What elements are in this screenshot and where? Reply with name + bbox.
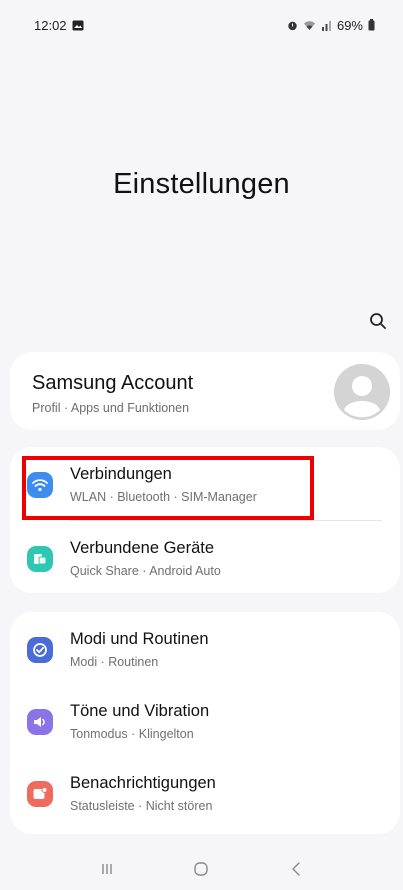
item-subtitle: WLAN · Bluetooth · SIM-Manager [70,490,257,504]
item-title: Töne und Vibration [70,702,210,720]
page-title: Einstellungen [113,168,290,200]
devices-icon [27,546,53,572]
item-title: Verbindungen [70,465,172,483]
avatar[interactable] [334,364,390,420]
alarm-icon [287,20,298,31]
item-subtitle: Quick Share · Android Auto [70,564,221,578]
status-time: 12:02 [34,17,67,33]
gallery-notification-icon [72,20,84,31]
settings-screen: 12:02 69% Einstellungen Samsung Account … [0,0,403,890]
back-button[interactable] [281,854,311,884]
item-title: Modi und Routinen [70,630,209,648]
wifi-status-icon [303,20,316,31]
item-subtitle: Statusleiste · Nicht stören [70,799,213,813]
settings-item-benachrichtigungen[interactable]: Benachrichtigungen Statusleiste · Nicht … [10,756,400,828]
connections-group: Verbindungen WLAN · Bluetooth · SIM-Mana… [10,447,400,593]
avatar-icon [334,364,390,420]
modes-group: Modi und Routinen Modi · Routinen Töne u… [10,612,400,834]
item-subtitle: Tonmodus · Klingelton [70,727,194,741]
wifi-icon [27,472,53,498]
signal-icon [321,20,332,31]
modes-icon [27,637,53,663]
back-icon [292,862,300,876]
account-title: Samsung Account [32,372,194,394]
navigation-bar [0,848,403,890]
account-subtitle: Profil · Apps und Funktionen [32,401,190,415]
search-icon [370,313,386,329]
battery-level: 69% [336,17,363,33]
settings-item-modi-und-routinen[interactable]: Modi und Routinen Modi · Routinen [10,612,400,684]
notification-icon [27,781,53,807]
battery-icon [368,19,375,31]
settings-item-verbindungen[interactable]: Verbindungen WLAN · Bluetooth · SIM-Mana… [10,447,400,519]
settings-item-toene-und-vibration[interactable]: Töne und Vibration Tonmodus · Klingelton [10,684,400,756]
recent-apps-button[interactable] [92,854,122,884]
sound-icon [27,709,53,735]
item-subtitle: Modi · Routinen [70,655,159,669]
item-title: Verbundene Geräte [70,539,215,557]
search-button[interactable] [366,309,390,333]
item-title: Benachrichtigungen [70,774,216,792]
status-bar: 12:02 69% [0,0,403,50]
recent-apps-icon [102,864,112,874]
settings-item-verbundene-geraete[interactable]: Verbundene Geräte Quick Share · Android … [10,521,400,593]
home-button[interactable] [186,854,216,884]
home-icon [194,862,209,876]
samsung-account-card[interactable]: Samsung Account Profil · Apps und Funkti… [10,352,400,430]
